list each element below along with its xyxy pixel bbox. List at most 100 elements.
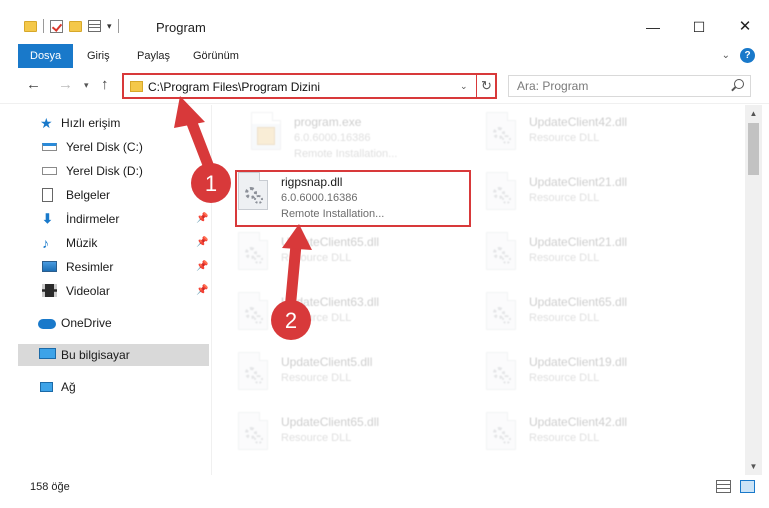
file-description: Remote Installation... <box>294 148 398 160</box>
list-item[interactable]: UpdateClient21.dll Resource DLL <box>458 227 688 287</box>
list-item[interactable]: UpdateClient21.dll Resource DLL <box>458 167 688 227</box>
pin-icon[interactable]: 📌 <box>196 280 208 302</box>
ribbon-tabs: Dosya Giriş Paylaş Görünüm ⌄ ? <box>0 44 769 68</box>
search-icon[interactable] <box>734 79 744 89</box>
sidebar-item-network[interactable]: Ağ <box>18 376 210 398</box>
recent-locations-chevron-icon[interactable]: ▾ <box>84 80 89 91</box>
sidebar-item-pictures[interactable]: Resimler 📌 <box>18 256 210 278</box>
forward-arrow-icon[interactable]: → <box>58 76 73 93</box>
list-item[interactable]: UpdateClient65.dll Resource DLL <box>213 227 440 287</box>
dll-file-icon <box>238 232 268 270</box>
tab-gorunum[interactable]: Görünüm <box>193 44 239 68</box>
customize-toolbar-chevron-icon[interactable]: ▾ <box>107 21 112 32</box>
tab-paylas[interactable]: Paylaş <box>137 44 170 68</box>
sidebar-item-label: OneDrive <box>61 316 112 330</box>
sidebar-item-local-disk-c[interactable]: Yerel Disk (C:) <box>18 136 210 158</box>
search-input[interactable] <box>509 76 729 96</box>
expand-ribbon-chevron-icon[interactable]: ⌄ <box>722 50 730 61</box>
pin-icon[interactable]: 📌 <box>196 232 208 254</box>
pin-icon[interactable]: 📌 <box>196 256 208 278</box>
dll-file-icon <box>486 352 516 390</box>
sidebar-item-label: İndirmeler <box>66 212 120 226</box>
back-arrow-icon[interactable]: ← <box>26 76 41 93</box>
window-title: Program <box>156 20 206 35</box>
scroll-down-arrow-icon[interactable]: ▼ <box>745 458 762 475</box>
dll-file-icon <box>486 112 516 150</box>
file-version: 6.0.6000.16386 <box>294 132 371 144</box>
rename-icon[interactable] <box>88 20 101 32</box>
folder-icon <box>130 81 143 92</box>
tab-giris[interactable]: Giriş <box>87 44 110 68</box>
properties-check-icon[interactable] <box>50 19 63 33</box>
refresh-icon[interactable]: ↻ <box>476 75 496 97</box>
scroll-up-arrow-icon[interactable]: ▲ <box>745 105 762 122</box>
list-item[interactable]: UpdateClient42.dll Resource DLL <box>458 407 688 467</box>
sidebar-item-label: Yerel Disk (D:) <box>66 164 143 178</box>
list-item[interactable]: UpdateClient42.dll Resource DLL <box>458 107 688 167</box>
file-description: Resource DLL <box>529 372 600 384</box>
tab-dosya[interactable]: Dosya <box>18 44 74 68</box>
toolbar-divider <box>117 19 119 33</box>
scrollbar-thumb[interactable] <box>748 123 759 175</box>
drive-icon <box>42 167 57 175</box>
close-button[interactable]: ✕ <box>722 14 768 40</box>
maximize-button[interactable]: ☐ <box>676 14 722 40</box>
sidebar-item-videos[interactable]: Videolar 📌 <box>18 280 210 302</box>
status-bar: 158 öğe <box>0 475 769 508</box>
dll-file-icon <box>486 172 516 210</box>
computer-icon <box>39 348 56 359</box>
network-icon <box>40 382 53 392</box>
star-icon: ★ <box>40 115 53 131</box>
pin-icon[interactable]: 📌 <box>196 208 208 230</box>
sidebar-item-label: Bu bilgisayar <box>61 348 130 362</box>
sidebar-item-label: Resimler <box>66 260 114 274</box>
sidebar-item-label: Yerel Disk (C:) <box>66 140 143 154</box>
file-description: Resource DLL <box>281 312 352 324</box>
address-bar[interactable]: C:\Program Files\Program Dizini ⌄ ↻ <box>122 73 497 99</box>
pictures-icon <box>42 261 57 272</box>
sidebar-item-music[interactable]: ♪ Müzik 📌 <box>18 232 210 254</box>
sidebar-item-onedrive[interactable]: OneDrive <box>18 312 210 334</box>
sidebar-item-label: Ağ <box>61 380 76 394</box>
sidebar-item-documents[interactable]: Belgeler <box>18 184 210 206</box>
navigation-bar: ← → ▾ ↑ C:\Program Files\Program Dizini … <box>0 68 769 104</box>
file-description: Resource DLL <box>529 132 600 144</box>
sidebar-item-quick-access[interactable]: ★ Hızlı erişim <box>18 112 210 134</box>
sidebar-item-this-pc[interactable]: Bu bilgisayar <box>18 344 209 366</box>
list-item[interactable]: UpdateClient65.dll Resource DLL <box>458 287 688 347</box>
music-note-icon: ♪ <box>42 235 49 251</box>
file-description: Resource DLL <box>281 252 352 264</box>
file-description: Resource DLL <box>281 432 352 444</box>
minimize-button[interactable]: — <box>630 14 676 40</box>
list-item[interactable]: UpdateClient19.dll Resource DLL <box>458 347 688 407</box>
folder-icon[interactable] <box>24 20 37 32</box>
file-name: UpdateClient21.dll <box>529 235 628 249</box>
file-list: program.exe 6.0.6000.16386 Remote Instal… <box>213 105 745 475</box>
list-item[interactable]: program.exe 6.0.6000.16386 Remote Instal… <box>223 107 453 167</box>
list-item[interactable]: UpdateClient65.dll Resource DLL <box>213 407 440 467</box>
large-icons-view-icon[interactable] <box>740 480 755 493</box>
windows-drive-icon <box>42 143 57 151</box>
file-name: UpdateClient5.dll <box>281 355 373 369</box>
title-bar: ▾ Program — ☐ ✕ <box>0 0 769 44</box>
list-item[interactable]: UpdateClient5.dll Resource DLL <box>213 347 440 407</box>
download-arrow-icon: ⬇ <box>42 211 53 226</box>
help-icon[interactable]: ? <box>740 48 755 63</box>
sidebar-item-label: Hızlı erişim <box>61 116 121 130</box>
address-path[interactable]: C:\Program Files\Program Dizini <box>148 80 320 94</box>
navigation-pane: ★ Hızlı erişim Yerel Disk (C:) Yerel Dis… <box>0 105 212 475</box>
list-item[interactable]: UpdateClient63.dll Resource DLL <box>213 287 440 347</box>
sidebar-item-downloads[interactable]: ⬇ İndirmeler 📌 <box>18 208 210 230</box>
sidebar-item-label: Müzik <box>66 236 98 250</box>
file-description: Resource DLL <box>281 372 352 384</box>
vertical-scrollbar[interactable]: ▲ ▼ <box>745 105 762 475</box>
up-arrow-icon[interactable]: ↑ <box>101 76 109 93</box>
sidebar-item-local-disk-d[interactable]: Yerel Disk (D:) <box>18 160 210 182</box>
new-folder-icon[interactable] <box>69 20 82 32</box>
address-history-chevron-icon[interactable]: ⌄ <box>460 81 468 92</box>
file-name: UpdateClient21.dll <box>529 175 628 189</box>
details-view-icon[interactable] <box>716 480 731 493</box>
document-icon <box>42 188 53 202</box>
search-box[interactable] <box>508 75 751 97</box>
file-name: UpdateClient65.dll <box>529 295 628 309</box>
